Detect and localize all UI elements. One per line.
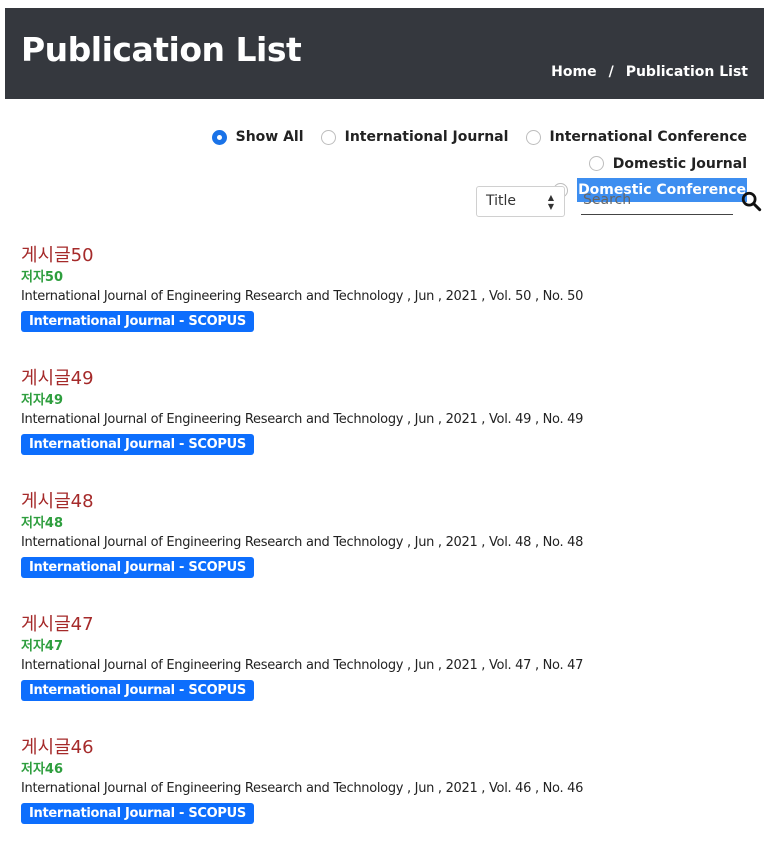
publication-list: 게시글50 저자50 International Journal of Engi… [21,243,761,846]
search-field-select[interactable]: Title ▲ ▼ [476,186,565,217]
list-item: 게시글46 저자46 International Journal of Engi… [21,735,761,846]
publication-title-link[interactable]: 게시글47 [21,612,761,638]
breadcrumb-separator: / [608,64,614,80]
publication-info: International Journal of Engineering Res… [21,535,584,550]
search-icon[interactable] [740,190,762,212]
filter-label: Show All [235,129,304,145]
publication-title-link[interactable]: 게시글50 [21,243,761,269]
breadcrumb-current: Publication List [625,64,748,80]
filter-international-conference[interactable]: International Conference [525,125,747,149]
filter-label: International Conference [549,129,747,145]
publication-author: 저자46 [21,762,64,777]
search-field-selected: Title [486,193,517,209]
category-badge: International Journal - SCOPUS [21,680,254,701]
filter-domestic-journal[interactable]: Domestic Journal [588,152,747,176]
publication-author: 저자48 [21,516,64,531]
select-arrows-icon: ▲ ▼ [547,193,554,211]
search-input[interactable] [581,185,733,215]
filter-international-journal[interactable]: International Journal [320,125,509,149]
radio-international-conference[interactable] [525,129,541,145]
category-badge: International Journal - SCOPUS [21,557,254,578]
category-badge: International Journal - SCOPUS [21,803,254,824]
list-item: 게시글48 저자48 International Journal of Engi… [21,489,761,612]
search-bar: Title ▲ ▼ [476,185,766,217]
category-badge: International Journal - SCOPUS [21,434,254,455]
publication-info: International Journal of Engineering Res… [21,658,584,673]
publication-title-link[interactable]: 게시글46 [21,735,761,761]
publication-author: 저자47 [21,639,64,654]
publication-info: International Journal of Engineering Res… [21,289,584,304]
list-item: 게시글49 저자49 International Journal of Engi… [21,366,761,489]
filter-label: Domestic Journal [612,155,747,172]
list-item: 게시글50 저자50 International Journal of Engi… [21,243,761,366]
page-title: Publication List [21,30,302,69]
filter-label: International Journal [344,129,509,145]
publication-author: 저자49 [21,393,64,408]
publication-info: International Journal of Engineering Res… [21,412,584,427]
publication-title-link[interactable]: 게시글48 [21,489,761,515]
list-item: 게시글47 저자47 International Journal of Engi… [21,612,761,735]
filter-show-all[interactable]: Show All [211,125,304,149]
page-header: Publication List Home / Publication List [5,8,764,99]
radio-domestic-journal[interactable] [588,156,604,171]
radio-show-all[interactable] [211,129,227,145]
publication-title-link[interactable]: 게시글49 [21,366,761,392]
radio-international-journal[interactable] [320,129,336,145]
breadcrumb: Home / Publication List [551,64,748,80]
category-badge: International Journal - SCOPUS [21,311,254,332]
publication-info: International Journal of Engineering Res… [21,781,584,796]
breadcrumb-home-link[interactable]: Home [551,64,596,80]
publication-author: 저자50 [21,270,64,285]
